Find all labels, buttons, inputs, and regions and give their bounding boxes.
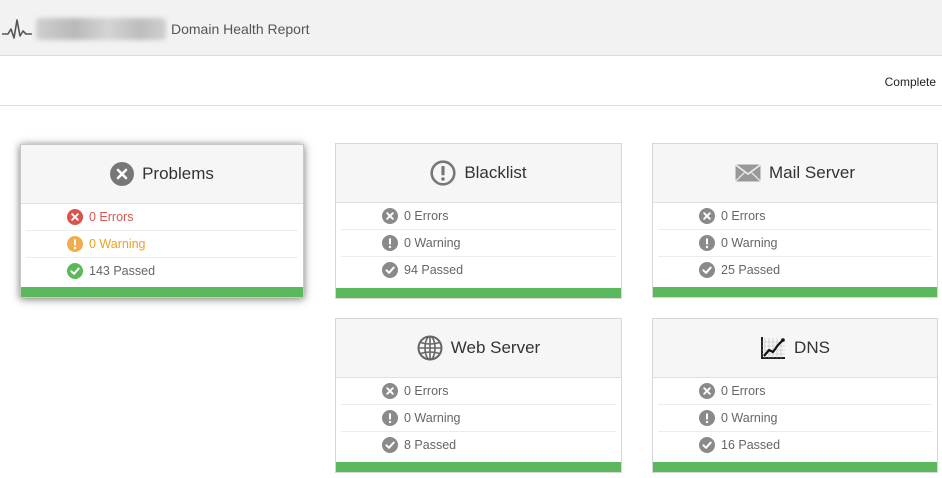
warning-row: 0 Warning <box>658 230 932 257</box>
warning-count: 0 Warning <box>721 236 778 250</box>
problems-card[interactable]: Problems 0 Errors 0 Warning 143 Passed <box>20 144 304 298</box>
warning-icon <box>67 236 83 252</box>
errors-count: 0 Errors <box>89 210 134 224</box>
errors-row: 0 Errors <box>341 378 616 405</box>
warning-row: 0 Warning <box>341 405 616 432</box>
warning-row: 0 Warning <box>658 405 932 432</box>
card-title: Problems <box>142 164 214 183</box>
redacted-domain-name <box>36 18 166 40</box>
errors-count: 0 Errors <box>721 209 766 223</box>
error-icon <box>382 208 398 224</box>
envelope-icon <box>735 164 761 182</box>
errors-row: 0 Errors <box>26 204 298 231</box>
error-icon <box>699 383 715 399</box>
warning-count: 0 Warning <box>404 411 461 425</box>
warning-row: 0 Warning <box>341 230 616 257</box>
card-header: Mail Server <box>653 144 937 203</box>
health-bar <box>336 288 621 298</box>
warning-row: 0 Warning <box>26 231 298 258</box>
status-bar: Complete <box>0 56 942 106</box>
card-header: Web Server <box>336 319 621 378</box>
passed-row: 143 Passed <box>26 258 298 284</box>
errors-row: 0 Errors <box>658 203 932 230</box>
x-circle-icon <box>110 162 135 186</box>
passed-count: 16 Passed <box>721 438 781 452</box>
card-title: DNS <box>794 338 830 357</box>
warning-icon <box>699 410 715 426</box>
blacklist-card[interactable]: Blacklist 0 Errors 0 Warning 94 Passed <box>335 143 622 299</box>
errors-row: 0 Errors <box>658 378 932 405</box>
chart-line-icon <box>760 336 786 360</box>
check-icon <box>699 262 715 278</box>
passed-count: 143 Passed <box>89 264 156 278</box>
error-icon <box>382 383 398 399</box>
check-icon <box>382 437 398 453</box>
warning-icon <box>699 235 715 251</box>
passed-row: 8 Passed <box>341 432 616 458</box>
passed-count: 8 Passed <box>404 438 457 452</box>
warning-count: 0 Warning <box>89 237 146 251</box>
passed-count: 94 Passed <box>404 263 464 277</box>
health-bar <box>336 462 621 472</box>
exclamation-circle-icon <box>430 160 456 186</box>
card-title: Web Server <box>450 338 541 357</box>
card-header: Problems <box>21 145 303 204</box>
passed-count: 25 Passed <box>721 263 781 277</box>
health-bar <box>21 287 303 297</box>
errors-count: 0 Errors <box>404 384 449 398</box>
passed-row: 16 Passed <box>658 432 932 458</box>
mail-server-card[interactable]: Mail Server 0 Errors 0 Warning 25 Passed <box>652 143 938 298</box>
health-bar <box>653 287 937 297</box>
warning-count: 0 Warning <box>404 236 461 250</box>
passed-row: 94 Passed <box>341 257 616 283</box>
check-icon <box>67 263 83 279</box>
error-icon <box>67 209 83 225</box>
pulse-logo-icon <box>2 19 32 39</box>
errors-row: 0 Errors <box>341 203 616 230</box>
health-bar <box>653 462 937 472</box>
passed-row: 25 Passed <box>658 257 932 283</box>
errors-count: 0 Errors <box>721 384 766 398</box>
check-icon <box>699 437 715 453</box>
errors-count: 0 Errors <box>404 209 449 223</box>
warning-icon <box>382 410 398 426</box>
card-title: Mail Server <box>769 163 855 182</box>
page-title: Domain Health Report <box>171 21 310 37</box>
card-header: DNS <box>653 319 937 378</box>
card-header: Blacklist <box>336 144 621 203</box>
dns-card[interactable]: DNS 0 Errors 0 Warning 16 Passed <box>652 318 938 473</box>
report-status: Complete <box>884 75 936 89</box>
check-icon <box>382 262 398 278</box>
web-server-card[interactable]: Web Server 0 Errors 0 Warning 8 Passed <box>335 318 622 473</box>
card-title: Blacklist <box>464 163 527 182</box>
app-header: Domain Health Report <box>0 0 942 56</box>
error-icon <box>699 208 715 224</box>
warning-count: 0 Warning <box>721 411 778 425</box>
warning-icon <box>382 235 398 251</box>
globe-icon <box>417 335 443 361</box>
